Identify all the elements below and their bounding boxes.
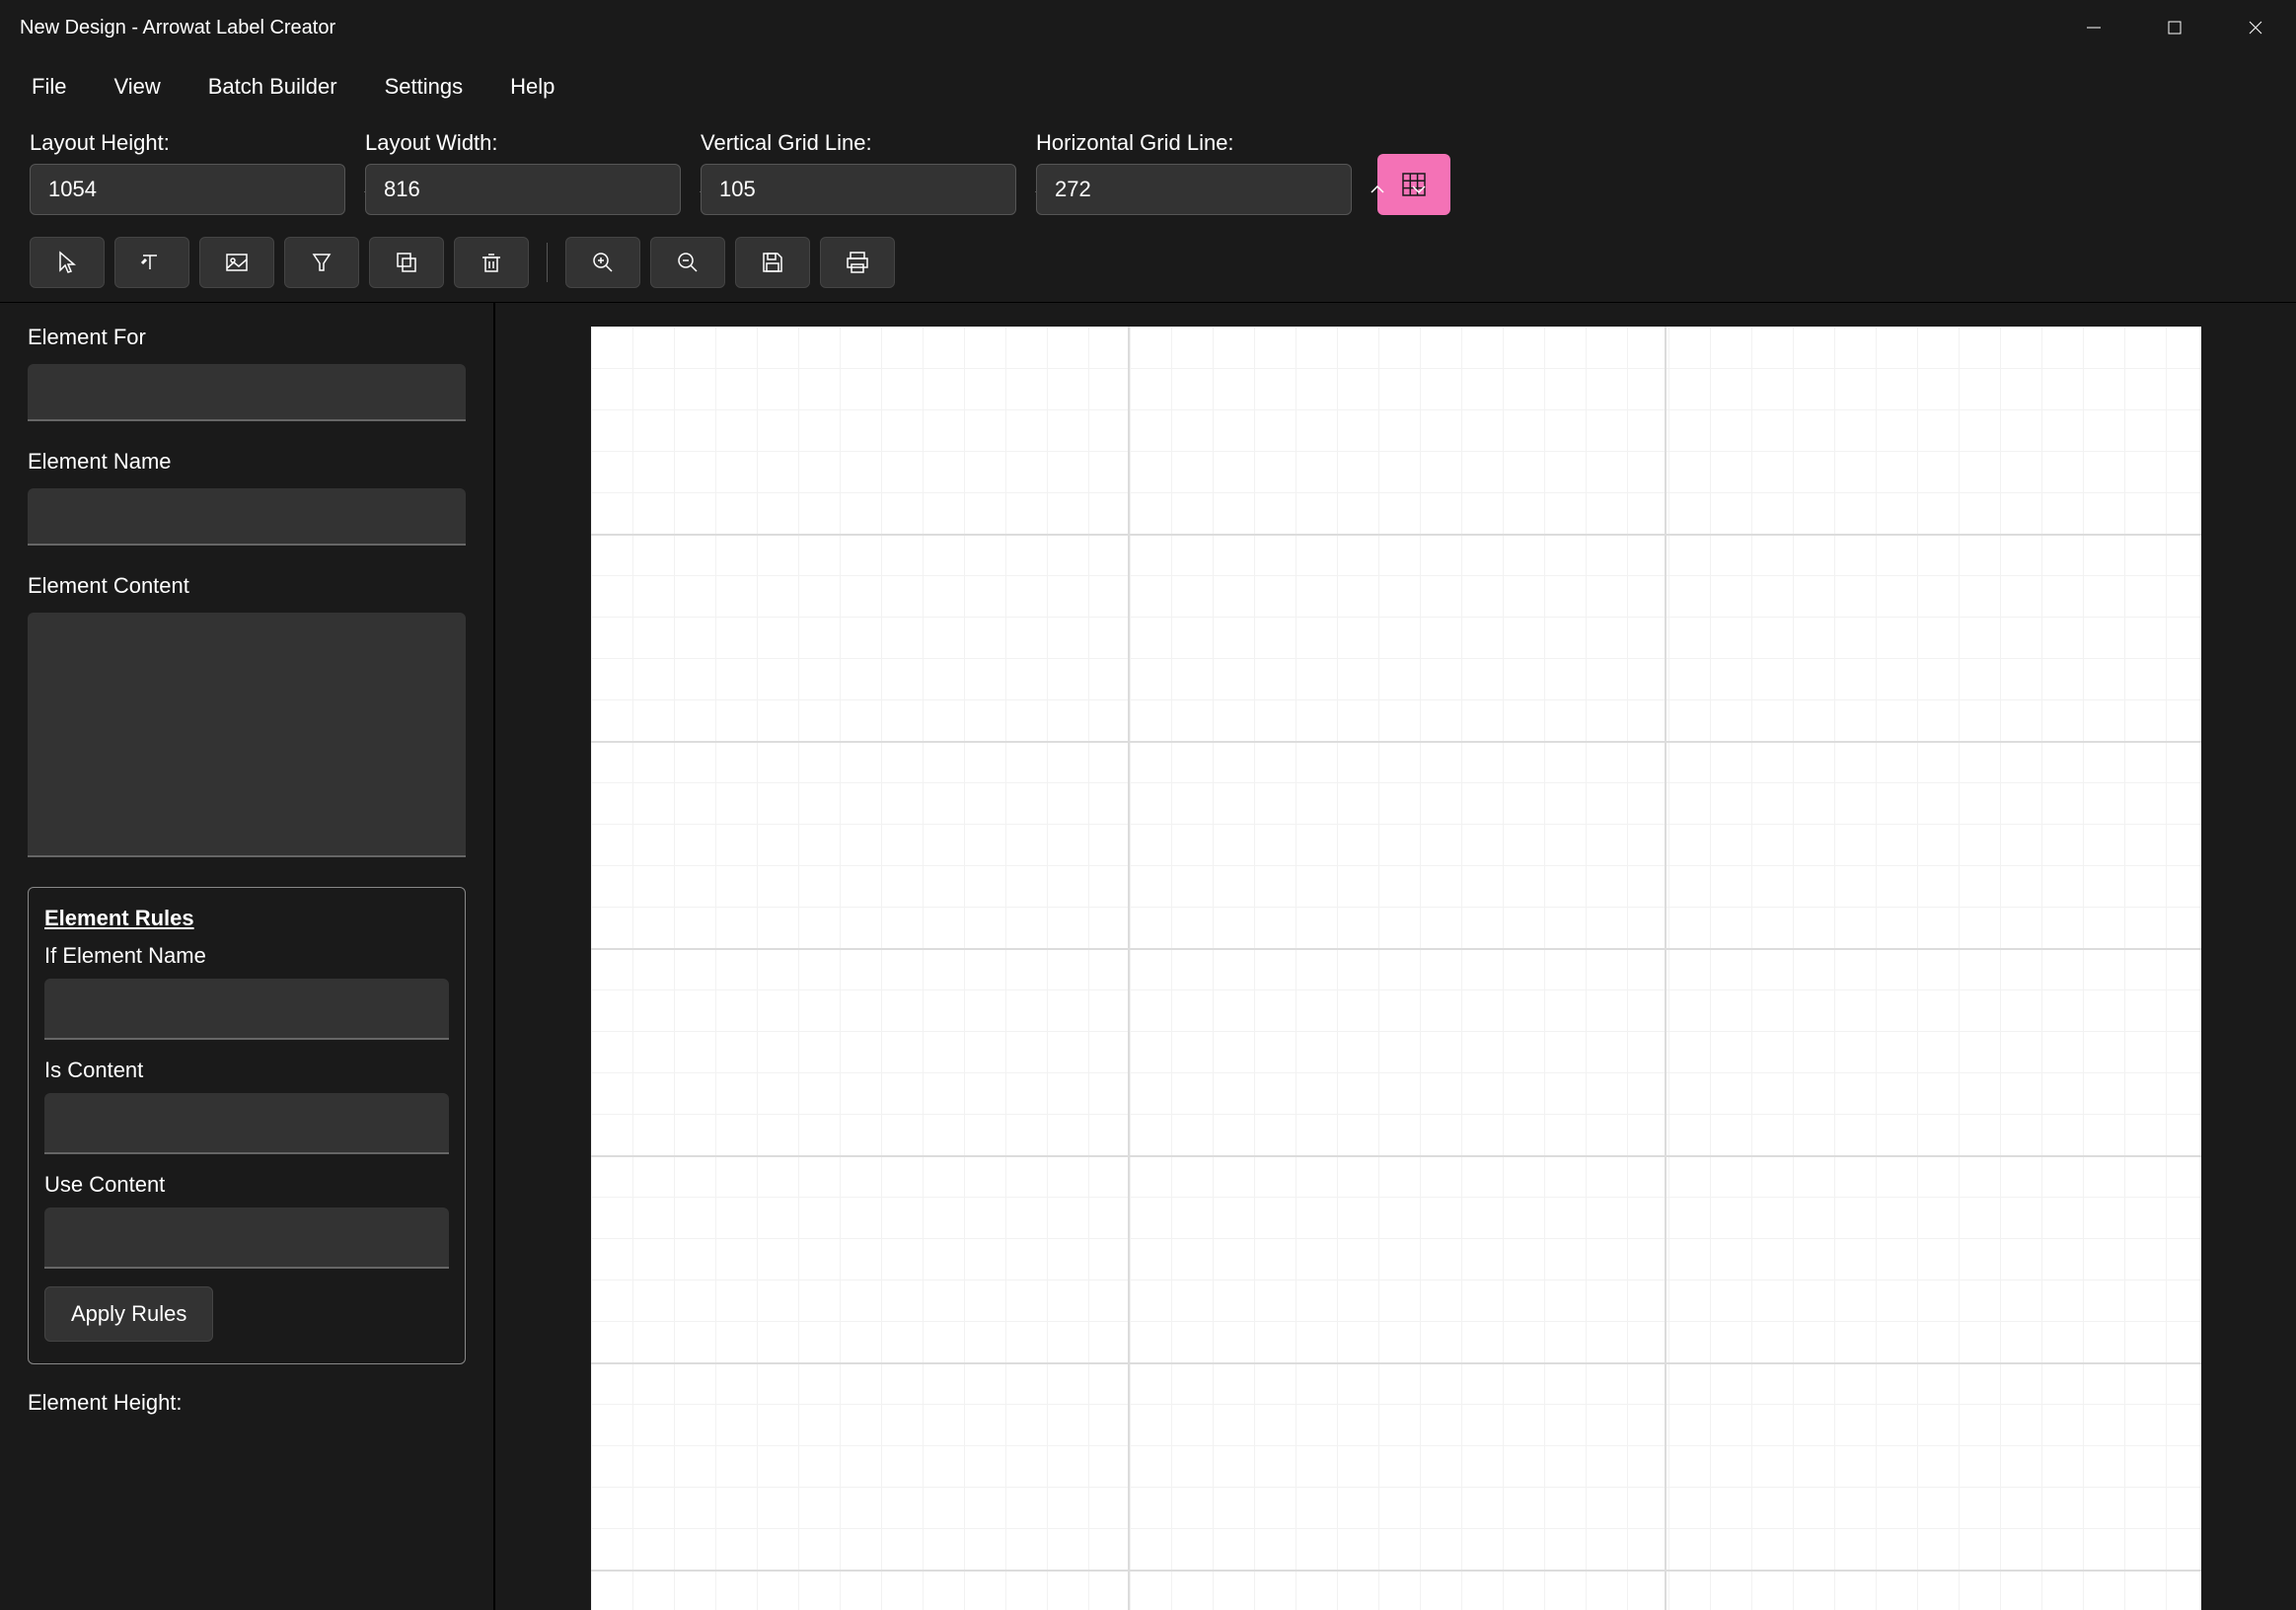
if-element-name-label: If Element Name — [44, 943, 449, 969]
layout-height-input[interactable] — [31, 165, 350, 214]
is-content-label: Is Content — [44, 1058, 449, 1083]
element-name-input[interactable] — [28, 488, 466, 546]
image-tool-button[interactable] — [199, 237, 274, 288]
vgrid-spinner[interactable] — [701, 164, 1016, 215]
vgrid-label: Vertical Grid Line: — [701, 130, 1016, 156]
element-content-textarea[interactable] — [28, 613, 466, 857]
layout-width-input[interactable] — [366, 165, 686, 214]
use-content-label: Use Content — [44, 1172, 449, 1198]
layout-width-spinner[interactable] — [365, 164, 681, 215]
window-controls — [2053, 0, 2296, 55]
zoom-out-icon — [675, 250, 701, 275]
hgrid-spinner[interactable] — [1036, 164, 1352, 215]
toolbar-separator — [547, 243, 548, 282]
hgrid-input[interactable] — [1037, 165, 1357, 214]
hgrid-label: Horizontal Grid Line: — [1036, 130, 1352, 156]
canvas-area[interactable] — [495, 303, 2296, 1610]
menu-bar: File View Batch Builder Settings Help — [0, 55, 2296, 118]
layout-height-label: Layout Height: — [30, 130, 345, 156]
layout-height-spinner[interactable] — [30, 164, 345, 215]
print-button[interactable] — [820, 237, 895, 288]
if-element-name-input[interactable] — [44, 979, 449, 1040]
menu-settings[interactable]: Settings — [361, 55, 487, 118]
is-content-input[interactable] — [44, 1093, 449, 1154]
hgrid-group: Horizontal Grid Line: — [1036, 130, 1352, 215]
trash-icon — [479, 250, 504, 275]
element-name-label: Element Name — [28, 449, 466, 475]
zoom-in-button[interactable] — [565, 237, 640, 288]
vgrid-group: Vertical Grid Line: — [701, 130, 1016, 215]
menu-view[interactable]: View — [90, 55, 184, 118]
element-height-label: Element Height: — [28, 1390, 466, 1416]
layout-height-group: Layout Height: — [30, 130, 345, 215]
delete-tool-button[interactable] — [454, 237, 529, 288]
image-icon — [224, 250, 250, 275]
duplicate-tool-button[interactable] — [369, 237, 444, 288]
print-icon — [845, 250, 870, 275]
apply-rules-button[interactable]: Apply Rules — [44, 1286, 213, 1342]
element-rules-box: Element Rules If Element Name Is Content… — [28, 887, 466, 1364]
menu-file[interactable]: File — [8, 55, 90, 118]
close-button[interactable] — [2215, 0, 2296, 55]
zoom-in-icon — [590, 250, 616, 275]
properties-sidebar: Element For Element Name Element Content… — [0, 303, 495, 1610]
minimize-button[interactable] — [2053, 0, 2134, 55]
element-rules-title: Element Rules — [44, 906, 449, 931]
layout-width-group: Layout Width: — [365, 130, 681, 215]
menu-batch-builder[interactable]: Batch Builder — [185, 55, 361, 118]
menu-help[interactable]: Help — [486, 55, 578, 118]
use-content-input[interactable] — [44, 1208, 449, 1269]
text-icon — [139, 250, 165, 275]
shape-tool-button[interactable] — [284, 237, 359, 288]
funnel-icon — [309, 250, 334, 275]
main-area: Element For Element Name Element Content… — [0, 303, 2296, 1610]
save-button[interactable] — [735, 237, 810, 288]
save-icon — [760, 250, 785, 275]
pointer-icon — [54, 250, 80, 275]
pointer-tool-button[interactable] — [30, 237, 105, 288]
window-title: New Design - Arrowat Label Creator — [20, 17, 2053, 39]
hgrid-up-icon[interactable] — [1357, 165, 1398, 214]
copy-icon — [394, 250, 419, 275]
hgrid-down-icon[interactable] — [1398, 165, 1440, 214]
element-for-input[interactable] — [28, 364, 466, 421]
text-tool-button[interactable] — [114, 237, 189, 288]
vgrid-input[interactable] — [702, 165, 1021, 214]
layout-width-label: Layout Width: — [365, 130, 681, 156]
maximize-button[interactable] — [2134, 0, 2215, 55]
design-canvas[interactable] — [591, 327, 2201, 1610]
element-content-label: Element Content — [28, 573, 466, 599]
layout-config-row: Layout Height: Layout Width: Vertical Gr… — [0, 118, 2296, 227]
title-bar: New Design - Arrowat Label Creator — [0, 0, 2296, 55]
tool-bar — [0, 227, 2296, 303]
zoom-out-button[interactable] — [650, 237, 725, 288]
element-for-label: Element For — [28, 325, 466, 350]
